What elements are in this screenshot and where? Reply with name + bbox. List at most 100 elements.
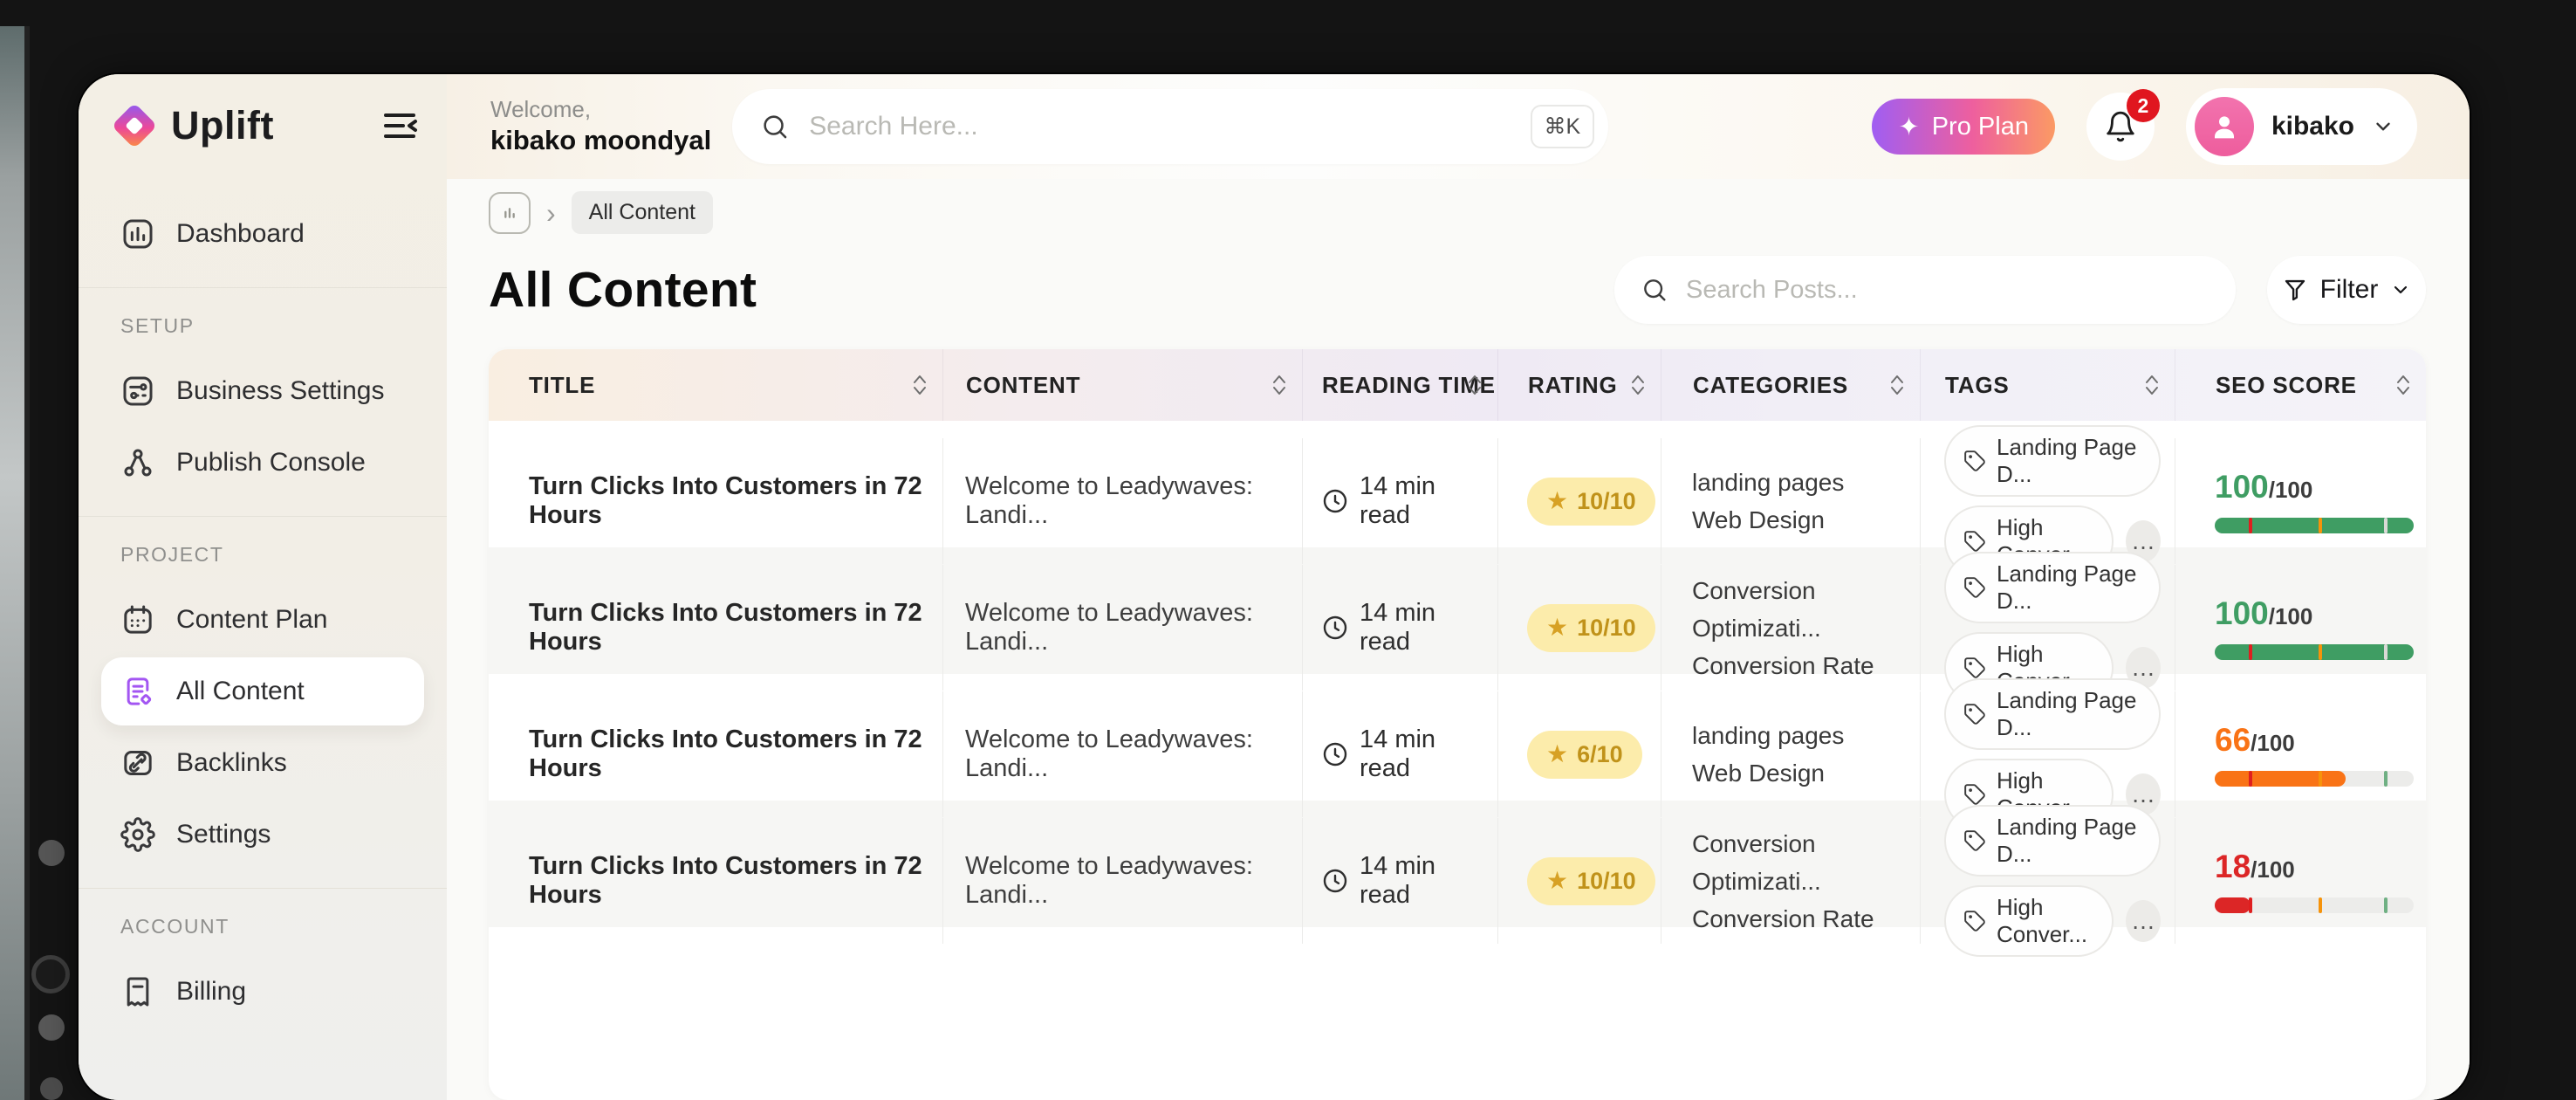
tag-pill[interactable]: High Conver...: [1944, 885, 2114, 958]
network-icon: [120, 445, 155, 480]
star-icon: ★: [1546, 614, 1569, 642]
funnel-icon: [2285, 279, 2305, 301]
sort-icon[interactable]: [1271, 371, 1288, 399]
breadcrumb-current[interactable]: All Content: [571, 191, 713, 234]
sidebar-item-publish-console[interactable]: Publish Console: [101, 429, 424, 497]
star-icon: ★: [1546, 740, 1569, 768]
sort-icon[interactable]: [2143, 371, 2161, 399]
tag-icon: [1964, 704, 1985, 725]
star-icon: ★: [1546, 487, 1569, 515]
gear-icon: [120, 817, 155, 852]
more-tags-button[interactable]: …: [2126, 900, 2161, 943]
notifications-button[interactable]: 2: [2086, 89, 2160, 161]
star-icon: ★: [1546, 867, 1569, 895]
dashboard-icon: [504, 207, 515, 218]
dashboard-icon: [120, 217, 155, 251]
tag-pill[interactable]: Landing Page D...: [1944, 805, 2161, 877]
filter-button[interactable]: Filter: [2267, 256, 2426, 325]
table-row[interactable]: Turn Clicks Into Customers in 72 Hours W…: [489, 421, 2426, 578]
content-area: › All Content All Content Filter: [447, 179, 2470, 1100]
uplift-logo-icon: [110, 101, 159, 150]
welcome-block: Welcome, kibako moondyal: [490, 95, 711, 158]
main-area: Welcome, kibako moondyal ⌘K ✦ Pro Plan: [447, 74, 2470, 1100]
post-content-cell: Welcome to Leadywaves: Landi...: [942, 801, 1302, 961]
keyboard-shortcut-badge: ⌘K: [1530, 105, 1595, 148]
rating-cell: ★ 10/10: [1497, 801, 1661, 961]
pro-plan-button[interactable]: ✦ Pro Plan: [1872, 99, 2055, 155]
sort-icon[interactable]: [2394, 371, 2412, 399]
sidebar-item-settings[interactable]: Settings: [101, 801, 424, 869]
device-mockup: Uplift Dashboard SETUP Business Settings…: [0, 0, 2576, 1100]
table-row[interactable]: Turn Clicks Into Customers in 72 Hours W…: [489, 674, 2426, 831]
sidebar-item-backlinks[interactable]: Backlinks: [101, 729, 424, 797]
clock-icon: [1323, 489, 1347, 513]
sidebar-item-label: Business Settings: [176, 376, 385, 405]
search-icon: [1644, 279, 1666, 301]
seo-threshold-tick: [2383, 644, 2388, 661]
sidebar: Uplift Dashboard SETUP Business Settings…: [79, 74, 447, 1100]
sidebar-item-content-plan[interactable]: Content Plan: [101, 586, 424, 654]
app-window: Uplift Dashboard SETUP Business Settings…: [79, 74, 2470, 1100]
seo-threshold-tick: [2318, 771, 2322, 787]
sort-icon[interactable]: [911, 371, 928, 399]
categories-cell: Conversion Optimizati... Conversion Rate: [1661, 801, 1920, 961]
post-search[interactable]: [1614, 256, 2236, 325]
tag-pill[interactable]: Landing Page D...: [1944, 678, 2161, 751]
brand-name: Uplift: [171, 103, 274, 148]
sidebar-item-label: Publish Console: [176, 448, 366, 477]
divider: [79, 888, 447, 889]
device-side-button: [40, 1077, 63, 1100]
tag-icon: [1964, 450, 1985, 471]
rating-badge: ★ 10/10: [1527, 477, 1655, 526]
seo-score-value: 66: [2215, 722, 2251, 759]
seo-threshold-tick: [2318, 644, 2322, 661]
rating-badge: ★ 6/10: [1527, 730, 1642, 779]
notification-count-badge: 2: [2126, 89, 2160, 122]
backlink-icon: [120, 746, 155, 780]
seo-progress-bar: [2215, 644, 2414, 661]
sort-icon[interactable]: [1888, 371, 1906, 399]
column-header-title[interactable]: TITLE: [489, 349, 942, 421]
topbar-actions: ✦ Pro Plan 2 kibako: [1872, 88, 2417, 165]
seo-progress-bar: [2215, 518, 2414, 534]
table-row[interactable]: Turn Clicks Into Customers in 72 Hours W…: [489, 801, 2426, 958]
rating-badge: ★ 10/10: [1527, 856, 1655, 905]
sidebar-collapse-button[interactable]: [379, 105, 421, 147]
seo-threshold-tick: [2383, 897, 2388, 914]
sidebar-item-label: Settings: [176, 820, 271, 849]
seo-score-cell: 18/100: [2175, 801, 2426, 961]
seo-threshold-tick: [2318, 897, 2322, 914]
table-row[interactable]: Turn Clicks Into Customers in 72 Hours W…: [489, 547, 2426, 705]
sort-icon[interactable]: [1466, 371, 1483, 399]
chevron-down-icon: [2394, 285, 2408, 294]
global-search-input[interactable]: [807, 111, 1531, 142]
tag-pill[interactable]: Landing Page D...: [1944, 552, 2161, 624]
column-header-content[interactable]: CONTENT: [942, 349, 1302, 422]
tag-icon: [1964, 577, 1985, 598]
seo-progress-bar: [2215, 771, 2414, 787]
column-header-tags[interactable]: TAGS: [1920, 349, 2175, 422]
sort-icon[interactable]: [1629, 371, 1647, 399]
seo-progress-bar: [2215, 897, 2414, 914]
sidebar-item-dashboard[interactable]: Dashboard: [101, 200, 424, 268]
sidebar-item-billing[interactable]: Billing: [101, 958, 424, 1026]
tag-pill[interactable]: Landing Page D...: [1944, 425, 2161, 498]
post-search-input[interactable]: [1684, 274, 2213, 306]
column-header-rating[interactable]: RATING: [1497, 349, 1661, 422]
seo-score-value: 100: [2215, 595, 2269, 632]
column-header-reading-time[interactable]: READING TIME: [1302, 349, 1497, 422]
sidebar-item-business-settings[interactable]: Business Settings: [101, 357, 424, 425]
global-search[interactable]: ⌘K: [732, 89, 1609, 164]
sidebar-item-all-content[interactable]: All Content: [101, 657, 424, 725]
sidebar-header: Uplift: [79, 74, 447, 177]
breadcrumb-home-button[interactable]: [489, 191, 531, 234]
seo-threshold-tick: [2248, 518, 2252, 534]
column-header-seo-score[interactable]: SEO SCORE: [2175, 349, 2426, 422]
seo-threshold-tick: [2248, 644, 2252, 661]
profile-name: kibako: [2271, 112, 2354, 141]
column-header-categories[interactable]: CATEGORIES: [1661, 349, 1920, 422]
profile-menu[interactable]: kibako: [2185, 88, 2417, 165]
sidebar-item-label: Dashboard: [176, 219, 305, 248]
device-side-button: [31, 955, 70, 993]
divider: [79, 287, 447, 288]
